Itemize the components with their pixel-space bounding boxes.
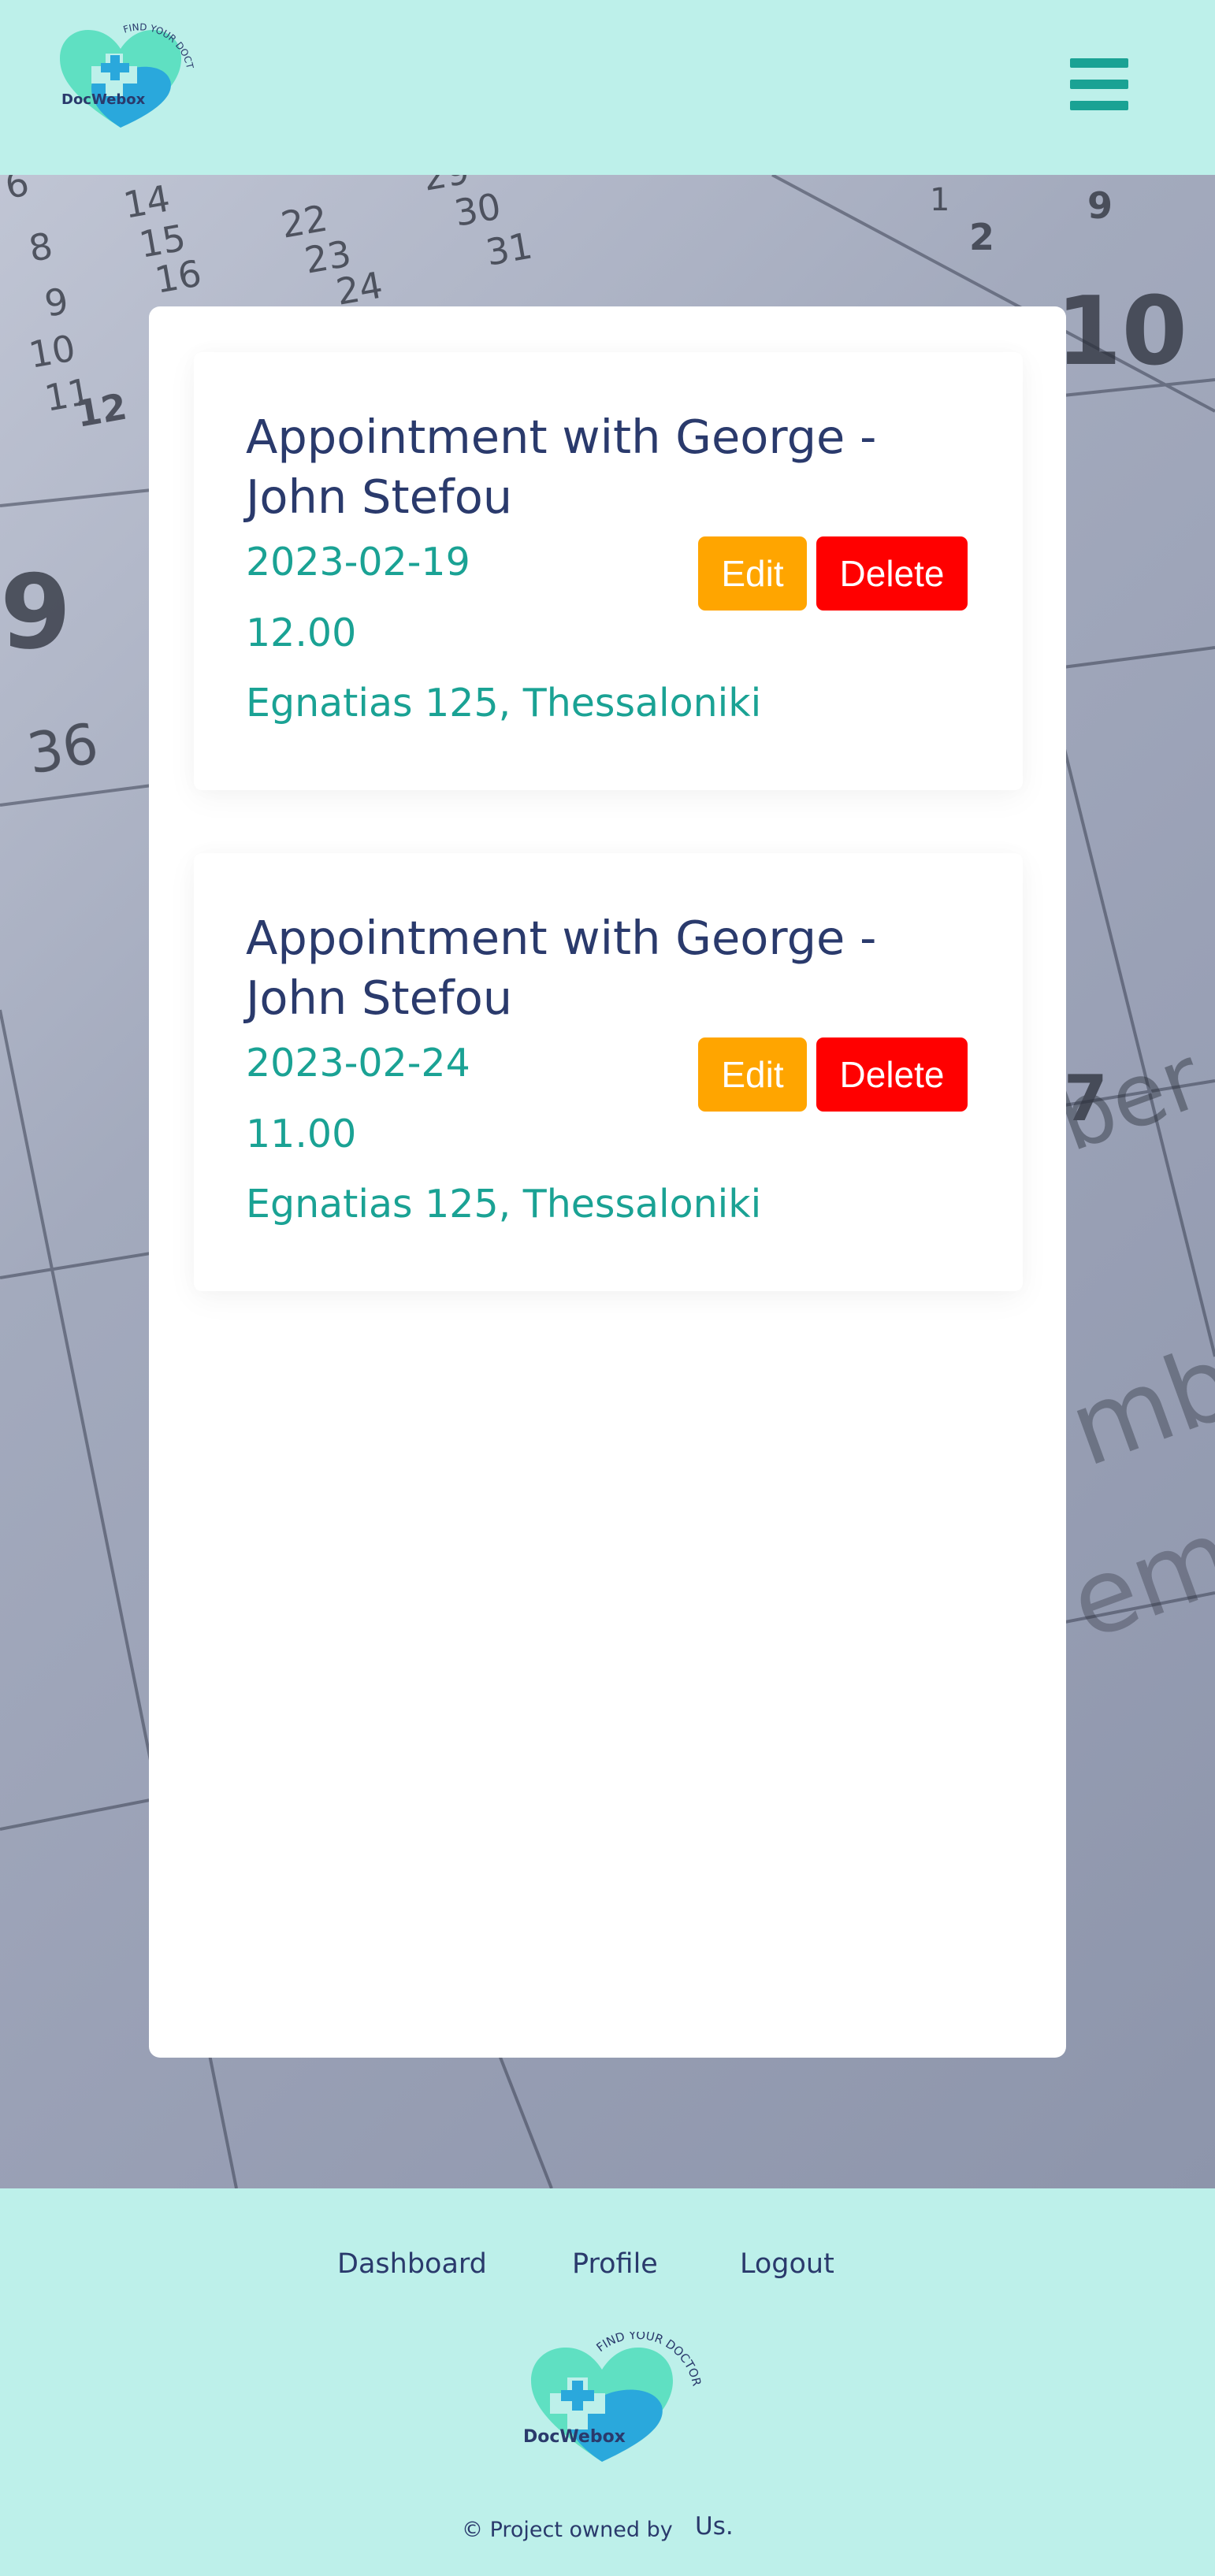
appointment-title: Appointment with George - John Stefou — [246, 911, 877, 1025]
svg-text:10: 10 — [26, 326, 79, 376]
svg-text:16: 16 — [152, 251, 205, 301]
appointment-card: Appointment with George - John Stefou 20… — [194, 352, 1023, 790]
docwebox-logo[interactable]: DocWebox FIND YOUR DOCTOR — [46, 17, 195, 135]
svg-text:12: 12 — [73, 385, 130, 436]
svg-text:1: 1 — [930, 182, 949, 218]
appointment-address: Egnatias 125, Thessaloniki — [246, 1182, 762, 1227]
delete-appointment-button[interactable]: Delete — [816, 536, 968, 611]
copyright-text: © Project owned by — [462, 2518, 673, 2542]
footer-logo-brand-text: DocWebox — [523, 2427, 626, 2447]
svg-text:9: 9 — [1087, 184, 1113, 227]
logo-brand-text: DocWebox — [61, 91, 146, 108]
edit-appointment-button[interactable]: Edit — [698, 536, 807, 611]
edit-appointment-button[interactable]: Edit — [698, 1037, 807, 1112]
appointment-time: 11.00 — [246, 1112, 357, 1156]
appointment-date: 2023-02-24 — [246, 1041, 470, 1086]
site-header: DocWebox FIND YOUR DOCTOR — [0, 0, 1215, 175]
owner-link[interactable]: Us. — [695, 2512, 734, 2541]
appointment-time: 12.00 — [246, 611, 357, 655]
delete-appointment-button[interactable]: Delete — [816, 1037, 968, 1112]
svg-text:10: 10 — [1056, 277, 1187, 387]
appointment-date: 2023-02-19 — [246, 540, 470, 585]
appointment-card: Appointment with George - John Stefou 20… — [194, 853, 1023, 1291]
footer-link-profile[interactable]: Profile — [572, 2248, 658, 2280]
svg-text:mbe: mbe — [1055, 1299, 1215, 1490]
appointment-title: Appointment with George - John Stefou — [246, 410, 877, 524]
svg-text:6: 6 — [2, 175, 32, 207]
svg-text:8: 8 — [26, 225, 56, 270]
svg-text:2: 2 — [969, 216, 994, 258]
docwebox-footer-logo[interactable]: DocWebox FIND YOUR DOCTOR — [515, 2332, 704, 2466]
svg-text:7: 7 — [1064, 1062, 1108, 1135]
svg-text:9: 9 — [0, 552, 71, 672]
svg-text:36: 36 — [23, 711, 103, 787]
svg-text:9: 9 — [42, 280, 72, 325]
footer-link-logout[interactable]: Logout — [740, 2248, 834, 2280]
footer-link-dashboard[interactable]: Dashboard — [337, 2248, 487, 2280]
svg-text:30: 30 — [451, 184, 504, 234]
svg-text:em: em — [1055, 1495, 1215, 1664]
appointment-address: Egnatias 125, Thessaloniki — [246, 681, 762, 726]
svg-text:31: 31 — [483, 224, 536, 273]
hamburger-menu-icon[interactable] — [1070, 58, 1128, 110]
